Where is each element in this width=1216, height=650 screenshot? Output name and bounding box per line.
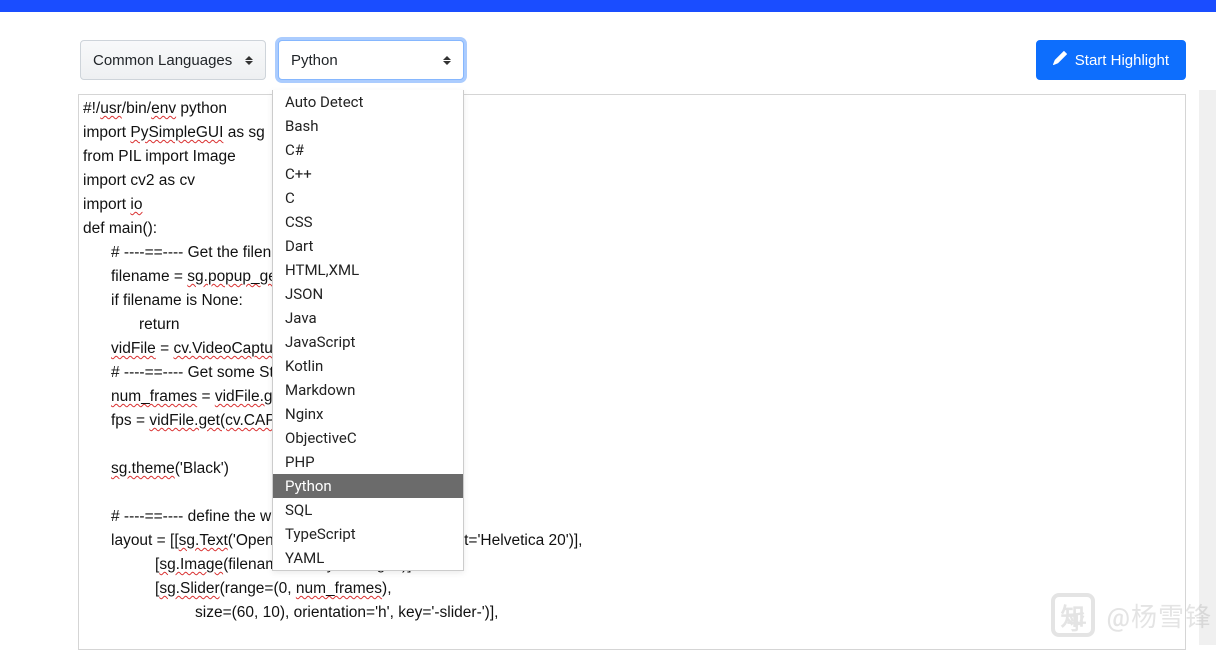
code-line: layout = [[sg.Text('OpenCV Demo', size=(…	[83, 529, 1181, 553]
code-line: fps = vidFile.get(cv.CAP_F	[83, 409, 1181, 433]
language-option[interactable]: C#	[273, 138, 463, 162]
toolbar: Common Languages Python Start Highlight …	[0, 12, 1216, 94]
language-dropdown[interactable]: Auto DetectBashC#C++CCSSDartHTML,XMLJSON…	[272, 90, 464, 571]
language-option[interactable]: JavaScript	[273, 330, 463, 354]
language-option[interactable]: Python	[273, 474, 463, 498]
language-option[interactable]: PHP	[273, 450, 463, 474]
code-line	[83, 433, 1181, 457]
caret-updown-icon	[245, 56, 253, 65]
language-option[interactable]: YAML	[273, 546, 463, 570]
common-languages-label: Common Languages	[93, 52, 232, 69]
language-option[interactable]: Markdown	[273, 378, 463, 402]
code-line: # ----==---- define the window layout --…	[83, 505, 1181, 529]
code-line: [sg.Image(filename='', key='-image-')],	[83, 553, 1181, 577]
code-line: return	[83, 313, 1181, 337]
language-option[interactable]: HTML,XML	[273, 258, 463, 282]
language-option[interactable]: Auto Detect	[273, 90, 463, 114]
caret-updown-icon	[443, 56, 451, 65]
language-option[interactable]: C	[273, 186, 463, 210]
code-line: size=(60, 10), orientation='h', key='-sl…	[83, 601, 1181, 625]
code-line: from PIL import Image	[83, 145, 1181, 169]
language-option[interactable]: SQL	[273, 498, 463, 522]
code-line: num_frames = vidFile.getNT)	[83, 385, 1181, 409]
code-line: #!/usr/bin/env python	[83, 97, 1181, 121]
language-option[interactable]: C++	[273, 162, 463, 186]
code-line	[83, 481, 1181, 505]
code-line: filename = sg.popup_get	[83, 265, 1181, 289]
start-highlight-button[interactable]: Start Highlight	[1036, 40, 1186, 80]
code-editor[interactable]: #!/usr/bin/env python import PySimpleGUI…	[78, 94, 1186, 650]
language-option[interactable]: TypeScript	[273, 522, 463, 546]
language-option[interactable]: Nginx	[273, 402, 463, 426]
language-select-value: Python	[291, 52, 338, 69]
language-option[interactable]: Kotlin	[273, 354, 463, 378]
vertical-scrollbar[interactable]	[1199, 90, 1216, 645]
code-line: import io	[83, 193, 1181, 217]
code-line: def main():	[83, 217, 1181, 241]
code-line: [sg.Slider(range=(0, num_frames),	[83, 577, 1181, 601]
language-option[interactable]: ObjectiveC	[273, 426, 463, 450]
language-select[interactable]: Python	[278, 40, 464, 80]
language-option[interactable]: CSS	[273, 210, 463, 234]
app-top-bar	[0, 0, 1216, 12]
code-line: # ----==---- Get the filen	[83, 241, 1181, 265]
language-option[interactable]: Bash	[273, 114, 463, 138]
code-line: import cv2 as cv	[83, 169, 1181, 193]
code-line: if filename is None:	[83, 289, 1181, 313]
language-option[interactable]: JSON	[273, 282, 463, 306]
start-highlight-label: Start Highlight	[1075, 52, 1169, 69]
common-languages-select[interactable]: Common Languages	[80, 40, 266, 80]
language-option[interactable]: Java	[273, 306, 463, 330]
code-line: vidFile = cv.VideoCapture	[83, 337, 1181, 361]
pencil-icon	[1053, 51, 1067, 69]
code-line: # ----==---- Get some St	[83, 361, 1181, 385]
language-option[interactable]: Dart	[273, 234, 463, 258]
code-line: sg.theme('Black')	[83, 457, 1181, 481]
code-line: import PySimpleGUI as sg	[83, 121, 1181, 145]
